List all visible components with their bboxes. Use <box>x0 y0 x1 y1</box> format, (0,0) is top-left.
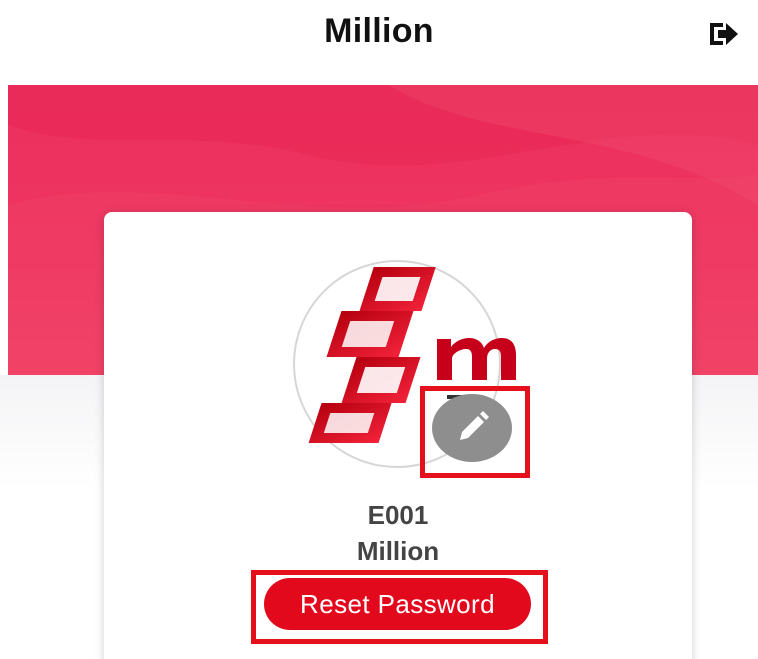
pencil-icon <box>460 411 489 440</box>
employee-name: Million <box>356 536 440 566</box>
reset-password-button[interactable]: Reset Password <box>264 578 531 630</box>
page-title: Million <box>324 12 434 50</box>
employee-id: E001 <box>367 500 429 530</box>
logout-icon <box>710 23 738 45</box>
logout-button[interactable] <box>704 16 744 52</box>
edit-avatar-button[interactable] <box>432 394 512 462</box>
app-header: Million <box>0 0 758 85</box>
profile-screen: Million E001 Million Reset Password <box>0 0 758 659</box>
